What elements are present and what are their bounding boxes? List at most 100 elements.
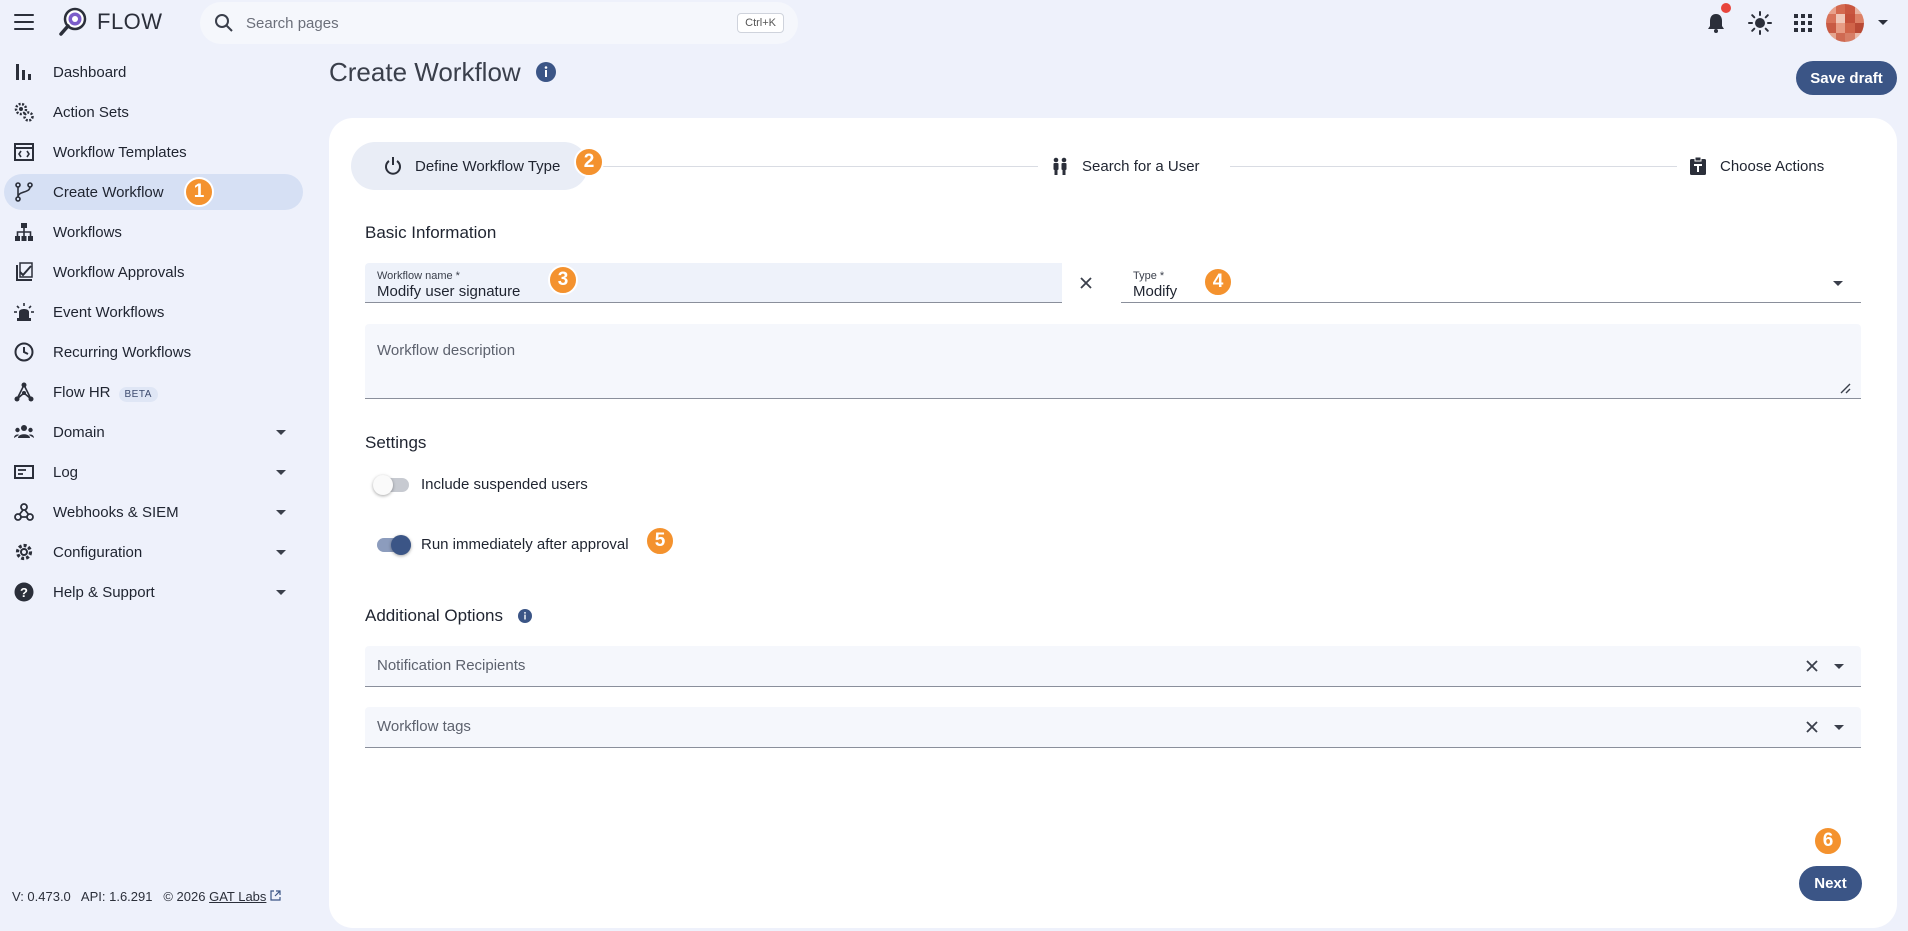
step-define-workflow-type[interactable]: Define Workflow Type xyxy=(351,142,588,190)
workflow-form-card xyxy=(329,118,1897,928)
notification-dot xyxy=(1721,3,1731,13)
sidebar-item-log[interactable]: Log xyxy=(4,454,303,490)
gat-labs-link[interactable]: GAT Labs xyxy=(209,889,266,904)
sidebar-item-dashboard[interactable]: Dashboard xyxy=(4,54,303,90)
log-icon xyxy=(14,465,34,479)
include-suspended-toggle[interactable] xyxy=(373,475,409,495)
sidebar-item-workflow-templates[interactable]: Workflow Templates xyxy=(4,134,303,170)
shortcut-hint: Ctrl+K xyxy=(737,13,784,33)
notification-recipients-field[interactable]: Notification Recipients xyxy=(365,646,1861,687)
account-caret-icon[interactable] xyxy=(1878,20,1888,25)
sidebar-item-label: Workflow Approvals xyxy=(53,263,185,281)
sidebar-item-label: Webhooks & SIEM xyxy=(53,503,179,521)
people-icon xyxy=(1053,157,1067,175)
step-badge-1: 1 xyxy=(184,177,214,207)
toggle-knob xyxy=(373,475,393,495)
bell-icon[interactable] xyxy=(1705,12,1727,34)
sidebar-item-flow-hr[interactable]: Flow HR BETA xyxy=(4,374,303,410)
search-input[interactable] xyxy=(246,14,706,32)
search-bar[interactable]: Ctrl+K xyxy=(200,2,798,44)
chevron-down-icon[interactable] xyxy=(276,550,286,555)
sidebar-item-label: Configuration xyxy=(53,543,143,561)
beta-badge: BETA xyxy=(118,386,158,402)
clock-icon xyxy=(14,342,34,362)
sidebar-item-event-workflows[interactable]: Event Workflows xyxy=(4,294,303,330)
info-icon[interactable] xyxy=(536,62,556,82)
external-link-icon[interactable] xyxy=(270,890,281,901)
menu-icon[interactable] xyxy=(14,14,34,30)
apps-grid-icon[interactable] xyxy=(1794,14,1812,32)
sidebar-item-label: Action Sets xyxy=(53,103,129,121)
svg-text:?: ? xyxy=(20,585,28,600)
workflow-name-label: Workflow name * xyxy=(377,270,460,282)
step-badge-2: 2 xyxy=(574,147,604,177)
webhook-icon xyxy=(14,503,34,521)
clear-icon[interactable] xyxy=(1805,659,1819,673)
logo[interactable]: FLOW xyxy=(57,6,163,38)
step-badge-3: 3 xyxy=(548,265,578,295)
avatar[interactable] xyxy=(1826,4,1864,42)
type-label: Type * xyxy=(1133,270,1165,282)
chevron-down-icon[interactable] xyxy=(276,470,286,475)
search-icon xyxy=(215,14,233,32)
sidebar-item-domain[interactable]: Domain xyxy=(4,414,303,450)
stepper-connector xyxy=(598,166,1038,167)
app-name: FLOW xyxy=(97,9,163,34)
save-draft-button[interactable]: Save draft xyxy=(1796,61,1897,95)
sidebar-item-label: Log xyxy=(53,463,79,481)
sidebar-item-label: Event Workflows xyxy=(53,303,165,321)
step-choose-actions[interactable]: Choose Actions xyxy=(1688,142,1824,190)
gears-icon xyxy=(14,102,34,122)
version-footer: V: 0.473.0 API: 1.6.291 © 2026 GAT Labs xyxy=(12,889,281,904)
clear-icon[interactable] xyxy=(1805,720,1819,734)
type-value: Modify xyxy=(1133,283,1178,300)
chevron-down-icon[interactable] xyxy=(1834,664,1844,669)
step-badge-5: 5 xyxy=(645,526,675,556)
step-badge-6: 6 xyxy=(1813,826,1843,856)
network-icon xyxy=(14,382,34,402)
run-immediately-toggle[interactable] xyxy=(377,535,411,555)
sidebar: Dashboard Action Sets Workflow Templates… xyxy=(0,54,310,614)
sidebar-item-create-workflow[interactable]: Create Workflow xyxy=(4,174,303,210)
workflow-name-field[interactable]: Workflow name * Modify user signature xyxy=(365,263,1105,303)
sidebar-item-workflow-approvals[interactable]: Workflow Approvals xyxy=(4,254,303,290)
chevron-down-icon[interactable] xyxy=(1834,725,1844,730)
clear-icon[interactable] xyxy=(1079,276,1093,290)
workflow-description-field[interactable]: Workflow description xyxy=(365,324,1861,399)
workflow-name-value[interactable]: Modify user signature xyxy=(377,283,520,300)
step-badge-4: 4 xyxy=(1203,267,1233,297)
info-icon[interactable] xyxy=(518,609,532,623)
resize-handle-icon[interactable] xyxy=(1839,382,1851,394)
api-version-text: API: 1.6.291 xyxy=(80,889,153,904)
page-title: Create Workflow xyxy=(329,57,521,87)
bar-chart-icon xyxy=(16,64,31,80)
hierarchy-icon xyxy=(15,223,33,241)
sun-icon[interactable] xyxy=(1748,11,1772,35)
sidebar-item-action-sets[interactable]: Action Sets xyxy=(4,94,303,130)
workflow-tags-field[interactable]: Workflow tags xyxy=(365,707,1861,748)
version-text: V: 0.473.0 xyxy=(12,889,71,904)
chevron-down-icon[interactable] xyxy=(1833,281,1843,286)
stepper-connector xyxy=(1230,166,1677,167)
sidebar-item-configuration[interactable]: Configuration xyxy=(4,534,303,570)
sidebar-item-webhooks-siem[interactable]: Webhooks & SIEM xyxy=(4,494,303,530)
clipboard-icon xyxy=(1690,156,1706,175)
workflow-tags-placeholder: Workflow tags xyxy=(377,718,471,735)
sidebar-item-label: Flow HR BETA xyxy=(53,384,158,402)
power-icon xyxy=(385,157,401,175)
sidebar-item-label: Create Workflow xyxy=(53,183,164,201)
sidebar-item-workflows[interactable]: Workflows xyxy=(4,214,303,250)
settings-heading: Settings xyxy=(365,433,427,452)
sidebar-item-help-support[interactable]: ? Help & Support xyxy=(4,574,303,610)
additional-options-heading: Additional Options xyxy=(365,606,503,625)
chevron-down-icon[interactable] xyxy=(276,430,286,435)
step-label: Choose Actions xyxy=(1720,157,1825,175)
step-search-user[interactable]: Search for a User xyxy=(1050,142,1200,190)
help-icon: ? xyxy=(14,582,34,602)
sidebar-item-recurring-workflows[interactable]: Recurring Workflows xyxy=(4,334,303,370)
next-button[interactable]: Next xyxy=(1799,866,1862,901)
magnifier-logo-icon xyxy=(59,7,87,36)
chevron-down-icon[interactable] xyxy=(276,590,286,595)
chevron-down-icon[interactable] xyxy=(276,510,286,515)
checklist-icon xyxy=(16,262,33,281)
